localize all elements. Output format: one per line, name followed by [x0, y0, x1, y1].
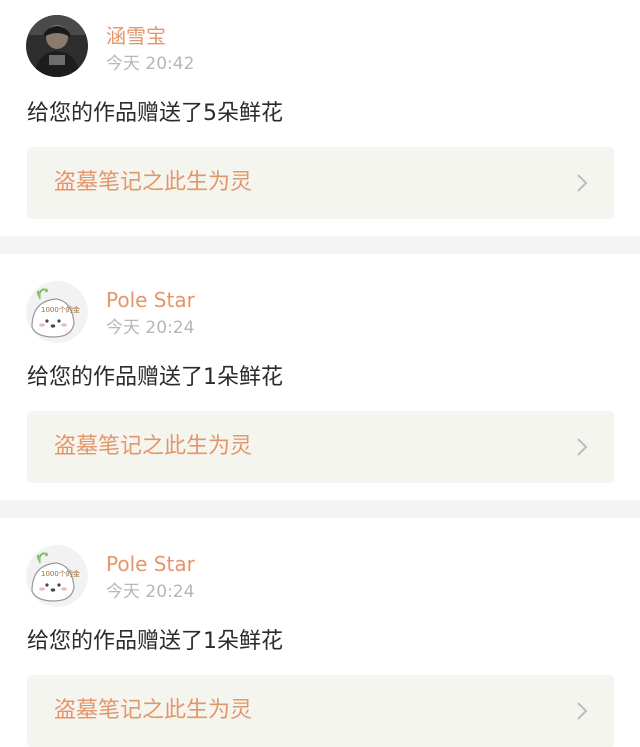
- chevron-right-icon: [577, 702, 588, 720]
- avatar[interactable]: [26, 15, 88, 77]
- timestamp: 今天 20:24: [106, 582, 195, 602]
- cartoon-avatar-image: 1000个的金: [26, 281, 88, 343]
- message-text: 给您的作品赠送了1朵鲜花: [27, 629, 283, 654]
- avatar-text: 1000个的金: [41, 305, 80, 314]
- chevron-right-icon: [577, 174, 588, 192]
- avatar-text: 1000个的金: [41, 569, 80, 578]
- photo-avatar-image: [26, 15, 88, 77]
- notification-item: 1000个的金 Pole Star 今天 20:24 给您的作品赠送了1朵鲜花 …: [0, 518, 640, 747]
- message-text: 给您的作品赠送了5朵鲜花: [27, 101, 283, 126]
- timestamp: 今天 20:24: [106, 318, 195, 338]
- avatar[interactable]: 1000个的金: [26, 545, 88, 607]
- notification-feed: 涵雪宝 今天 20:42 给您的作品赠送了5朵鲜花 盗墓笔记之此生为灵 1000…: [0, 0, 640, 747]
- cartoon-avatar-image: 1000个的金: [26, 545, 88, 607]
- work-title: 盗墓笔记之此生为灵: [54, 434, 253, 459]
- work-link[interactable]: 盗墓笔记之此生为灵: [27, 411, 614, 483]
- username[interactable]: 涵雪宝: [106, 24, 166, 48]
- username[interactable]: Pole Star: [106, 552, 195, 576]
- message-text: 给您的作品赠送了1朵鲜花: [27, 365, 283, 390]
- chevron-right-icon: [577, 438, 588, 456]
- divider: [0, 500, 640, 518]
- notification-item: 1000个的金 Pole Star 今天 20:24 给您的作品赠送了1朵鲜花 …: [0, 254, 640, 500]
- work-title: 盗墓笔记之此生为灵: [54, 698, 253, 723]
- timestamp: 今天 20:42: [106, 54, 195, 74]
- notification-item: 涵雪宝 今天 20:42 给您的作品赠送了5朵鲜花 盗墓笔记之此生为灵: [0, 0, 640, 236]
- divider: [0, 236, 640, 254]
- avatar[interactable]: 1000个的金: [26, 281, 88, 343]
- work-link[interactable]: 盗墓笔记之此生为灵: [27, 675, 614, 747]
- work-link[interactable]: 盗墓笔记之此生为灵: [27, 147, 614, 219]
- work-title: 盗墓笔记之此生为灵: [54, 170, 253, 195]
- username[interactable]: Pole Star: [106, 288, 195, 312]
